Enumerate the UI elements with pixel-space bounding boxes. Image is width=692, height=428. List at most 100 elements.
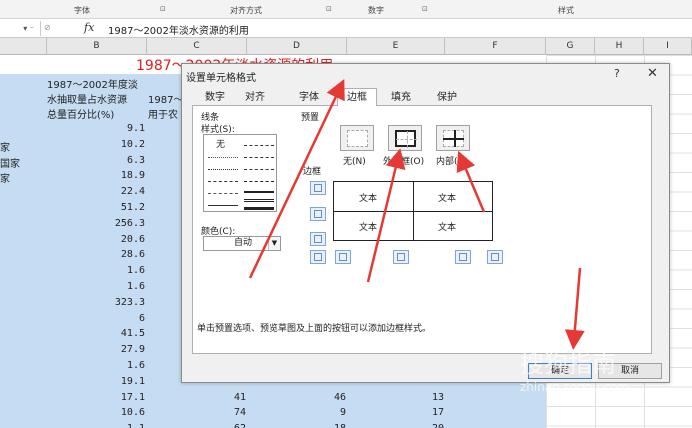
color-value: 自动	[234, 238, 253, 248]
column-header-h[interactable]: H	[595, 38, 644, 55]
cell-b: 28.6	[120, 249, 145, 261]
name-box[interactable]: ▾ ⁻	[0, 21, 36, 36]
ribbon-group-font: 字体	[74, 6, 90, 15]
tab-font[interactable]: 字体	[292, 90, 326, 106]
border-tab-panel: 线条 样式(S): 无 颜色(C): 自动 ▼ 预置 无(N) 外边框(O) 内…	[192, 106, 652, 354]
column-header-f[interactable]: F	[445, 38, 546, 55]
preview-text: 文本	[359, 194, 378, 204]
insert-function-icon[interactable]: fx	[84, 21, 94, 34]
formula-bar: ▾ ⁻ ⊘ fx 1987～2002年淡水资源的利用	[0, 19, 692, 38]
preview-text: 文本	[438, 223, 457, 233]
column-header-e[interactable]: E	[347, 38, 445, 55]
preset-section-label: 预置	[301, 113, 320, 123]
alignment-dialog-launcher-icon[interactable]: ⊡	[326, 5, 332, 13]
header-cell-c-line: 1987～	[148, 95, 184, 106]
cell-b: 1.1	[127, 423, 145, 428]
cell-c: 41	[233, 391, 246, 403]
cell-b: 27.9	[120, 344, 145, 356]
line-style-option[interactable]	[244, 181, 274, 182]
column-header-bar: B C D E F G H I	[0, 38, 692, 55]
cell-b: 51.2	[120, 202, 145, 213]
number-dialog-launcher-icon[interactable]: ⊡	[422, 5, 428, 13]
line-style-option[interactable]	[244, 207, 274, 210]
preset-none-label: 无(N)	[343, 157, 366, 167]
chevron-down-icon[interactable]: ▼	[268, 237, 280, 250]
column-header-b[interactable]: B	[47, 38, 147, 55]
cell-e: 20	[432, 423, 444, 428]
column-header-d[interactable]: D	[247, 38, 347, 55]
table-row[interactable]: 1.1 62 18 20	[0, 423, 546, 428]
table-row[interactable]: 17.1 41 46 13	[0, 392, 546, 408]
line-style-option[interactable]	[244, 191, 274, 193]
header-cell-c-line: 用于农	[148, 110, 178, 121]
line-style-option[interactable]	[244, 157, 274, 158]
cell-b: 18.9	[120, 170, 145, 182]
preset-outline-label: 外边框(O)	[383, 157, 425, 167]
cell-c: 74	[233, 407, 246, 419]
line-style-option[interactable]	[208, 193, 238, 194]
line-style-option[interactable]	[208, 205, 238, 206]
border-diagonal-up-button[interactable]	[310, 250, 326, 264]
border-diagonal-down-button[interactable]	[487, 250, 503, 264]
line-style-option[interactable]	[244, 169, 274, 170]
border-inside-horizontal-button[interactable]	[310, 207, 326, 221]
cell-b: 10.2	[120, 138, 145, 150]
line-style-option[interactable]	[208, 181, 238, 182]
watermark-url: zhinan.sogou.com	[520, 380, 630, 394]
cell-b: 256.3	[114, 217, 145, 229]
ribbon-group-alignment: 对齐方式	[230, 6, 262, 15]
tab-fill[interactable]: 填充	[384, 90, 418, 106]
border-bottom-button[interactable]	[310, 232, 326, 246]
cancel-entry-icon[interactable]: ⊘	[44, 23, 51, 32]
tab-number[interactable]: 数字	[198, 90, 232, 106]
line-style-option[interactable]	[244, 145, 274, 146]
tab-border[interactable]: 边框	[337, 88, 377, 107]
font-dialog-launcher-icon[interactable]: ⊡	[160, 5, 166, 13]
formula-bar-divider	[40, 21, 41, 36]
dialog-tabs: 数字 对齐 字体 边框 填充 保护	[192, 88, 652, 107]
ribbon-group-labels: 字体 ⊡ 对齐方式 ⊡ 数字 ⊡ 样式	[0, 0, 692, 19]
tab-alignment[interactable]: 对齐	[238, 90, 272, 106]
cell-a: 家	[0, 142, 10, 154]
format-cells-dialog: 设置单元格格式 ? ✕ 数字 对齐 字体 边框 填充 保护 线条 样式(S): …	[181, 63, 670, 383]
border-right-button[interactable]	[455, 250, 471, 264]
color-select[interactable]: 自动 ▼	[203, 236, 281, 251]
column-header-g[interactable]: G	[546, 38, 595, 55]
dialog-title: 设置单元格格式	[186, 73, 256, 84]
cell-b: 10.6	[120, 407, 145, 419]
border-preview[interactable]: 文本 文本 文本 文本	[333, 181, 493, 241]
cell-b: 6	[138, 312, 145, 324]
line-style-option[interactable]	[208, 157, 238, 158]
column-header-i[interactable]: I	[644, 38, 692, 55]
table-row[interactable]: 10.6 74 9 17	[0, 407, 546, 423]
cell-a: 家	[0, 174, 10, 186]
border-section-label: 边框	[303, 167, 322, 177]
border-inside-vertical-button[interactable]	[393, 250, 409, 264]
close-icon[interactable]: ✕	[647, 66, 658, 81]
header-cell-b-line: 1987～2002年度淡	[47, 80, 138, 91]
watermark-logo: 搜狗指南	[520, 350, 616, 378]
formula-input[interactable]: 1987～2002年淡水资源的利用	[108, 22, 249, 37]
help-icon[interactable]: ?	[614, 67, 620, 80]
cell-b: 1.6	[126, 360, 145, 371]
line-style-none[interactable]: 无	[216, 137, 225, 150]
cell-d: 46	[333, 391, 346, 403]
cell-b: 323.3	[114, 296, 145, 308]
preset-outline-button[interactable]	[388, 125, 422, 151]
cell-b: 41.5	[120, 328, 145, 340]
column-header-a[interactable]	[0, 38, 47, 55]
border-top-button[interactable]	[310, 181, 326, 195]
line-style-option[interactable]	[208, 169, 238, 170]
tab-protection[interactable]: 保护	[430, 90, 464, 106]
preset-inside-button[interactable]	[436, 125, 470, 151]
header-cell-b-line: 水抽取量占水资源	[47, 95, 127, 106]
border-left-button[interactable]	[335, 250, 351, 264]
ribbon-group-number: 数字	[368, 6, 384, 15]
column-header-c[interactable]: C	[147, 38, 247, 55]
line-style-list[interactable]: 无	[203, 134, 277, 212]
cell-b: 20.6	[120, 233, 145, 245]
cell-a: 国家	[0, 158, 20, 170]
preset-none-button[interactable]	[340, 125, 374, 151]
line-style-option[interactable]	[244, 199, 274, 202]
preset-inside-label: 内部(I)	[436, 157, 464, 167]
